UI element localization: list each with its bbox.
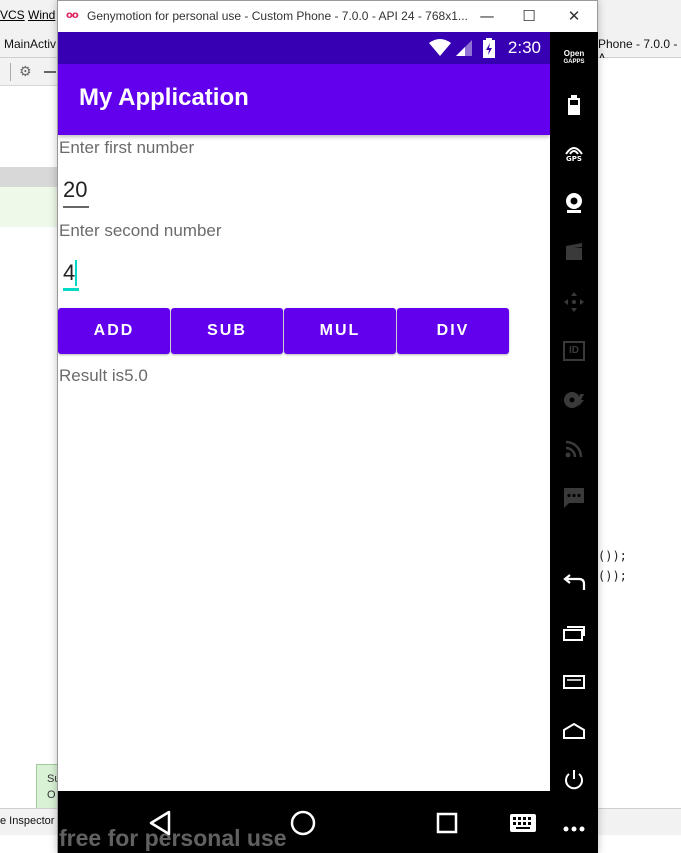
webcam-icon[interactable] <box>550 187 598 219</box>
power-icon[interactable] <box>550 764 598 796</box>
toast-line: O <box>47 789 56 801</box>
device-id-icon[interactable]: ID <box>550 335 598 367</box>
second-number-label: Enter second number <box>59 221 222 240</box>
gear-icon[interactable]: ⚙ <box>19 64 32 80</box>
minimize-button[interactable]: — <box>474 7 500 27</box>
move-dpad-icon[interactable] <box>550 286 598 318</box>
result-text: Result is5.0 <box>59 366 148 385</box>
ide-menu-window[interactable]: Wind <box>28 8 55 22</box>
wifi-icon <box>429 39 451 56</box>
window-title: Genymotion for personal use - Custom Pho… <box>87 9 468 23</box>
close-button[interactable]: ✕ <box>561 7 587 27</box>
app-title: My Application <box>79 84 249 111</box>
recent-apps-icon[interactable] <box>550 617 598 649</box>
battery-icon[interactable] <box>550 89 598 121</box>
ide-editor-right <box>597 58 681 808</box>
signal-icon <box>456 40 472 56</box>
text-cursor <box>75 260 77 286</box>
gapps-label: Open <box>563 49 585 58</box>
rss-icon[interactable] <box>550 433 598 465</box>
ide-menu-vcs[interactable]: VCS <box>0 8 25 22</box>
div-button[interactable]: DIV <box>397 308 509 354</box>
home-nav-icon[interactable] <box>550 715 598 747</box>
second-number-input[interactable]: 4 <box>63 260 75 286</box>
app-toolbar: My Application <box>58 64 550 135</box>
ide-code-line: ()); <box>598 549 627 563</box>
first-number-input[interactable]: 20 <box>63 177 87 203</box>
first-number-underline <box>63 206 89 208</box>
maximize-button[interactable]: ☐ <box>516 7 542 27</box>
watermark: free for personal use <box>59 825 287 851</box>
emulator-window: oo Genymotion for personal use - Custom … <box>57 0 598 853</box>
second-number-underline <box>63 288 79 291</box>
gapps-label: GAPPS <box>563 59 585 65</box>
desktop: { "ide": { "menu_vcs": "VCS", "menu_wind… <box>0 0 681 853</box>
sub-button[interactable]: SUB <box>171 308 283 354</box>
ide-layout-inspector-tab[interactable]: e Inspector <box>0 815 54 827</box>
genymotion-logo-icon: oo <box>66 10 79 21</box>
battery-charging-icon <box>483 38 495 58</box>
ide-tab-mainactivity[interactable]: MainActiv <box>4 37 56 51</box>
ide-toast: Su O <box>36 764 61 812</box>
more-options-icon[interactable] <box>550 813 598 845</box>
ide-code-line: ()); <box>598 569 627 583</box>
minimize-panel-icon[interactable] <box>44 71 56 73</box>
first-number-label: Enter first number <box>59 138 195 157</box>
emulator-side-toolbar: Open GAPPS GPS ID <box>550 32 598 853</box>
screencast-icon[interactable] <box>550 236 598 268</box>
recents-icon[interactable] <box>427 805 467 841</box>
toast-line: Su <box>47 773 61 785</box>
gps-label: GPS <box>566 155 582 163</box>
android-status-bar: 2:30 <box>58 32 550 64</box>
menu-icon[interactable] <box>550 666 598 698</box>
status-clock: 2:30 <box>507 38 541 57</box>
keyboard-icon[interactable] <box>503 805 543 841</box>
disk-io-icon[interactable] <box>550 384 598 416</box>
open-gapps-icon[interactable]: Open GAPPS <box>550 42 598 74</box>
emulator-titlebar[interactable]: oo Genymotion for personal use - Custom … <box>58 1 597 32</box>
sms-icon[interactable] <box>550 482 598 514</box>
ide-highlight-row <box>0 167 58 187</box>
home-icon[interactable] <box>283 805 323 841</box>
toolbar-divider <box>10 63 11 81</box>
gps-icon[interactable]: GPS <box>550 138 598 170</box>
device-id-label: ID <box>563 341 585 361</box>
add-button[interactable]: ADD <box>58 308 170 354</box>
ide-green-row <box>0 187 58 227</box>
android-screen: 2:30 My Application Enter first number 2… <box>58 32 550 791</box>
back-nav-icon[interactable] <box>550 567 598 599</box>
mul-button[interactable]: MUL <box>284 308 396 354</box>
